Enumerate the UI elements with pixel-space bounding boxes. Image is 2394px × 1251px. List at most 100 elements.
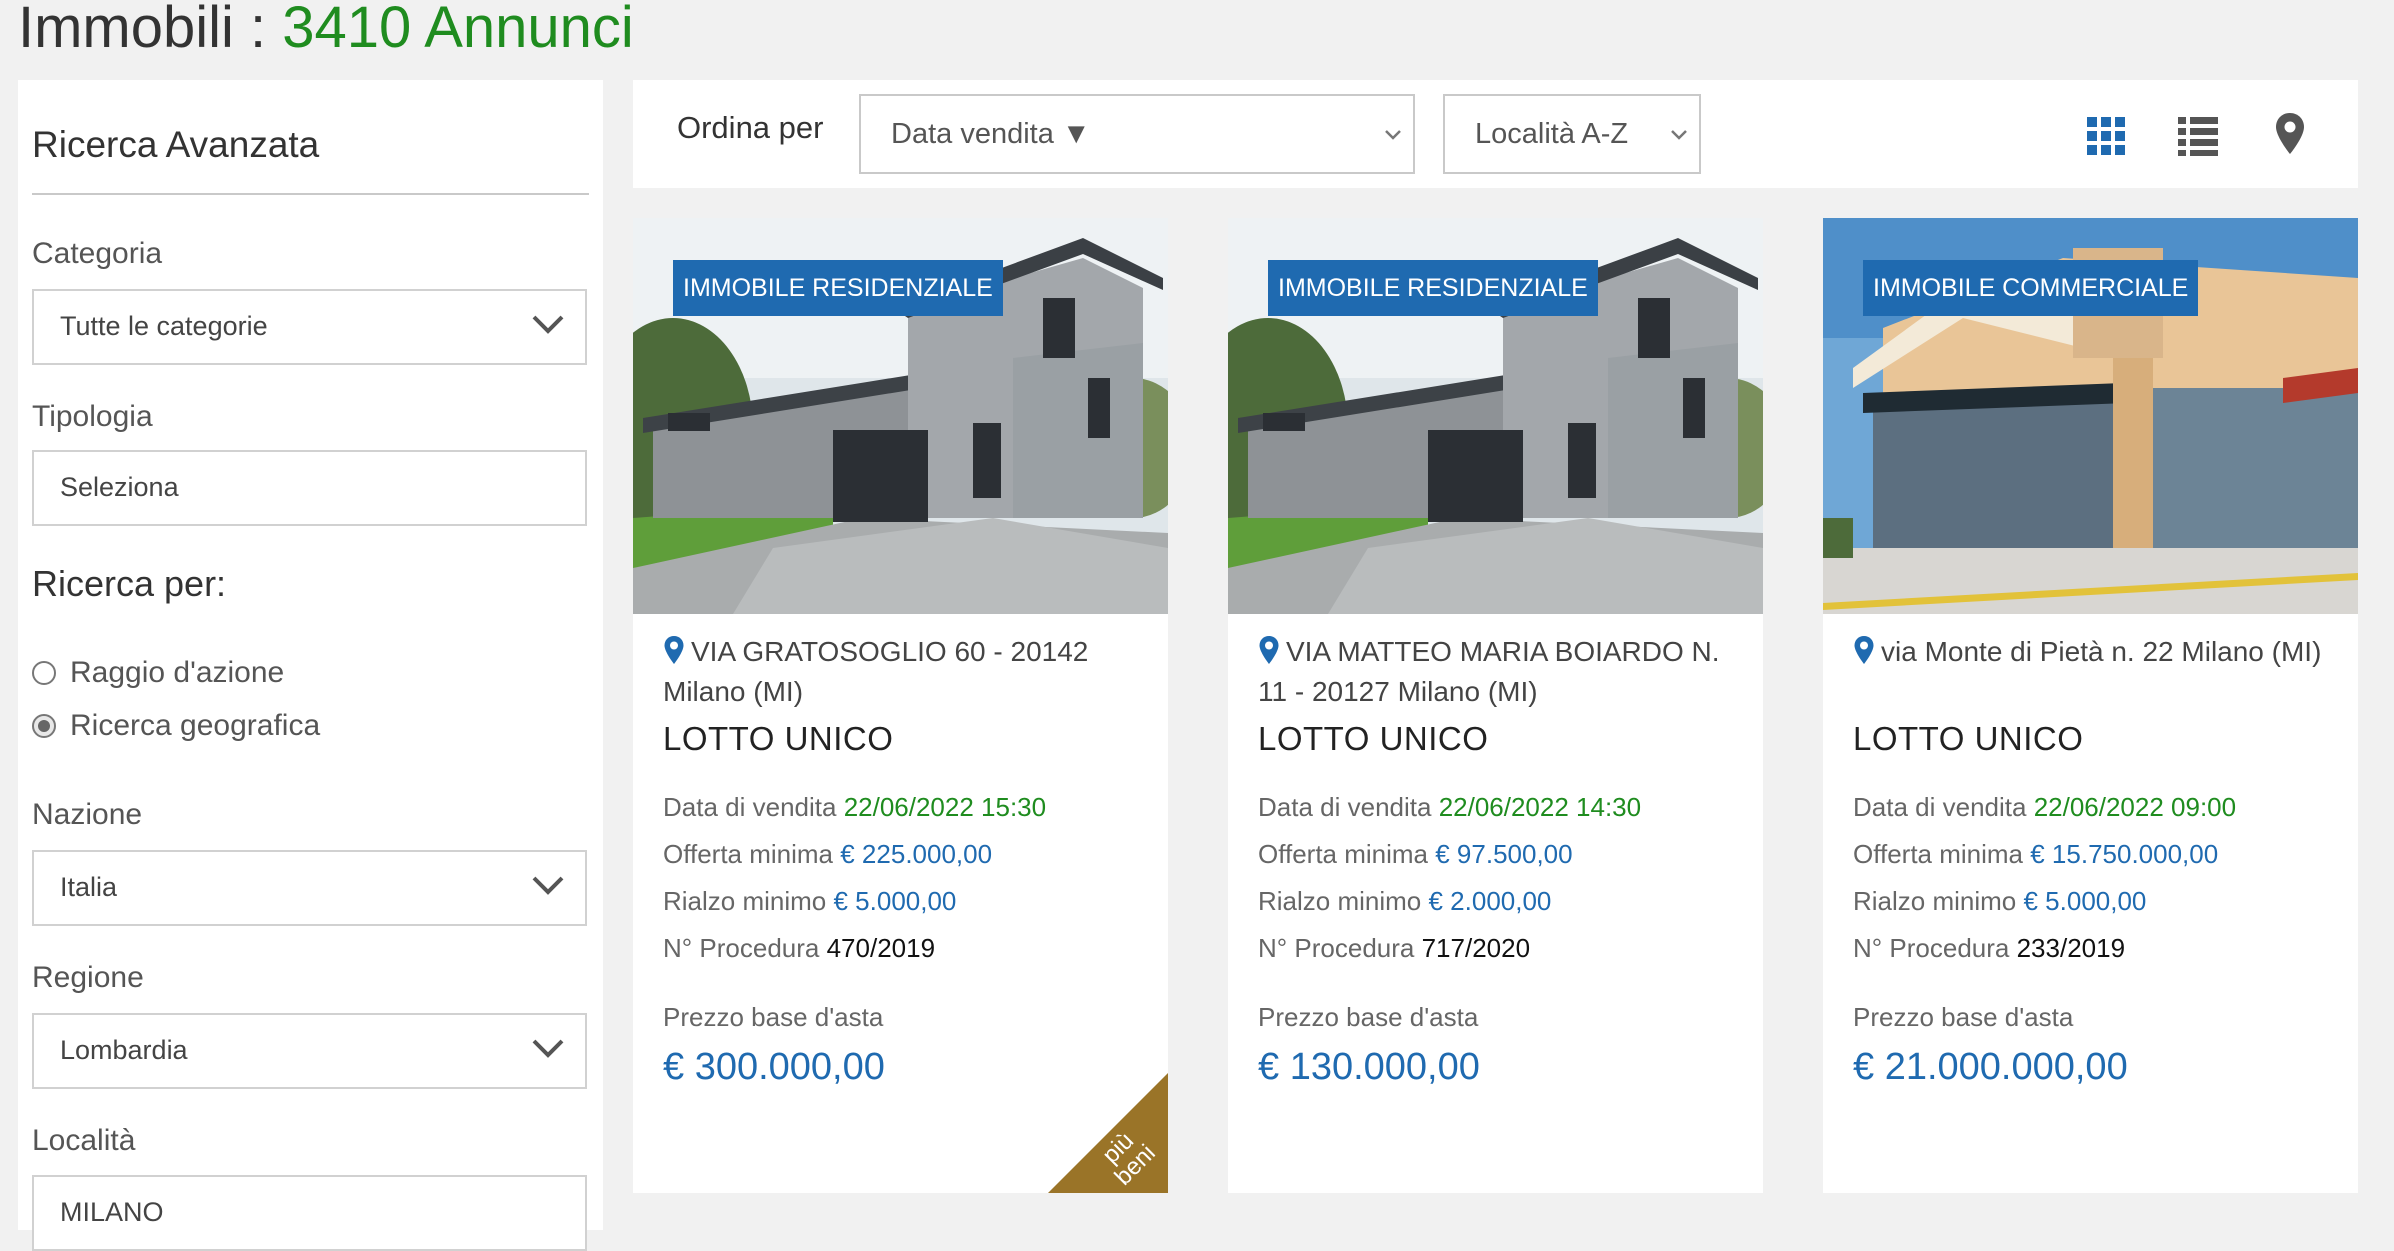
tipologia-select[interactable]: Seleziona — [32, 450, 587, 526]
advanced-search-panel: Ricerca Avanzata Categoria Tutte le cate… — [18, 80, 603, 1251]
procedura-label: N° Procedura — [1258, 933, 1415, 963]
category-badge: IMMOBILE RESIDENZIALE — [1268, 260, 1598, 316]
advanced-search-heading: Ricerca Avanzata — [32, 124, 320, 165]
procedura-row: N° Procedura 233/2019 — [1853, 933, 2125, 964]
rialzo-minimo-value: € 5.000,00 — [2023, 886, 2147, 916]
listing-count: 3410 Annunci — [282, 0, 634, 60]
tipologia-value: Seleziona — [60, 472, 179, 502]
grid-view-icon[interactable] — [2085, 110, 2127, 156]
offerta-minima-row: Offerta minima € 15.750.000,00 — [1853, 839, 2218, 870]
offerta-minima-label: Offerta minima — [1853, 839, 2024, 869]
page-title: Immobili : 3410 Annunci — [18, 0, 634, 60]
ricerca-per-label: Ricerca per: — [32, 563, 227, 604]
categoria-label: Categoria — [32, 237, 163, 270]
rialzo-minimo-row: Rialzo minimo € 2.000,00 — [1258, 886, 1551, 917]
regione-label: Regione — [32, 961, 144, 994]
offerta-minima-value: € 97.500,00 — [1435, 839, 1573, 869]
radio-geografica-label: Ricerca geografica — [70, 709, 321, 742]
radio-button[interactable] — [32, 661, 56, 685]
offerta-minima-label: Offerta minima — [663, 839, 834, 869]
sort-secondary-value: Località A-Z — [1475, 118, 1629, 150]
offerta-minima-value: € 225.000,00 — [840, 839, 993, 869]
categoria-value: Tutte le categorie — [60, 311, 268, 341]
procedura-value: 233/2019 — [2016, 933, 2126, 963]
data-vendita-value: 22/06/2022 14:30 — [1438, 792, 1642, 822]
regione-value: Lombardia — [60, 1035, 188, 1065]
rialzo-minimo-row: Rialzo minimo € 5.000,00 — [663, 886, 956, 917]
localita-label: Località — [32, 1124, 136, 1157]
location-pin-icon — [1853, 635, 1875, 665]
listing-card[interactable]: IMMOBILE RESIDENZIALE VIA GRATOSOGLIO 60… — [633, 218, 1168, 1193]
category-badge: IMMOBILE COMMERCIALE — [1863, 260, 2199, 316]
radio-button-checked[interactable] — [32, 714, 56, 738]
procedura-value: 470/2019 — [826, 933, 936, 963]
procedura-label: N° Procedura — [663, 933, 820, 963]
nazione-label: Nazione — [32, 798, 143, 831]
sort-toolbar: Ordina per Data vendita ▼ Località A-Z — [633, 80, 2358, 188]
address-text: VIA GRATOSOGLIO 60 - 20142 Milano (MI) — [663, 636, 1089, 707]
data-vendita-label: Data di vendita — [1258, 792, 1432, 822]
radio-geografica[interactable]: Ricerca geografica — [32, 706, 320, 746]
offerta-minima-row: Offerta minima € 97.500,00 — [1258, 839, 1573, 870]
rialzo-minimo-row: Rialzo minimo € 5.000,00 — [1853, 886, 2146, 917]
data-vendita-label: Data di vendita — [663, 792, 837, 822]
lotto-title[interactable]: LOTTO UNICO — [663, 720, 893, 758]
procedura-label: N° Procedura — [1853, 933, 2010, 963]
offerta-minima-row: Offerta minima € 225.000,00 — [663, 839, 992, 870]
sort-primary-select[interactable]: Data vendita ▼ — [859, 94, 1415, 174]
data-vendita-row: Data di vendita 22/06/2022 14:30 — [1258, 792, 1641, 823]
map-view-icon[interactable] — [2269, 110, 2311, 156]
data-vendita-row: Data di vendita 22/06/2022 15:30 — [663, 792, 1046, 823]
localita-value: MILANO — [60, 1197, 164, 1227]
chevron-down-icon — [1669, 128, 1689, 142]
regione-select[interactable]: Lombardia — [32, 1013, 587, 1089]
tipologia-label: Tipologia — [32, 400, 153, 433]
chevron-down-icon — [531, 1037, 565, 1059]
prezzo-base-value: € 21.000.000,00 — [1853, 1046, 2128, 1088]
listing-address[interactable]: VIA MATTEO MARIA BOIARDO N. 11 - 20127 M… — [1258, 632, 1738, 712]
prezzo-base-label: Prezzo base d'asta — [1258, 1002, 1479, 1032]
category-badge: IMMOBILE RESIDENZIALE — [673, 260, 1003, 316]
sort-label: Ordina per — [677, 110, 824, 145]
radio-raggio-label: Raggio d'azione — [70, 656, 285, 689]
lotto-title[interactable]: LOTTO UNICO — [1258, 720, 1488, 758]
offerta-minima-value: € 15.750.000,00 — [2030, 839, 2219, 869]
address-text: VIA MATTEO MARIA BOIARDO N. 11 - 20127 M… — [1258, 636, 1720, 707]
localita-input[interactable]: MILANO — [32, 1175, 587, 1251]
categoria-select[interactable]: Tutte le categorie — [32, 289, 587, 365]
procedura-row: N° Procedura 470/2019 — [663, 933, 935, 964]
listing-card[interactable]: IMMOBILE RESIDENZIALE VIA MATTEO MARIA B… — [1228, 218, 1763, 1193]
offerta-minima-label: Offerta minima — [1258, 839, 1429, 869]
radio-raggio[interactable]: Raggio d'azione — [32, 653, 284, 693]
listing-address[interactable]: via Monte di Pietà n. 22 Milano (MI) — [1853, 632, 2333, 672]
chevron-down-icon — [1383, 128, 1403, 142]
rialzo-minimo-label: Rialzo minimo — [1853, 886, 2017, 916]
nazione-value: Italia — [60, 872, 118, 902]
prezzo-base-value: € 130.000,00 — [1258, 1046, 1480, 1088]
rialzo-minimo-value: € 5.000,00 — [833, 886, 957, 916]
data-vendita-value: 22/06/2022 15:30 — [843, 792, 1047, 822]
procedura-row: N° Procedura 717/2020 — [1258, 933, 1530, 964]
data-vendita-row: Data di vendita 22/06/2022 09:00 — [1853, 792, 2236, 823]
prezzo-base-label: Prezzo base d'asta — [1853, 1002, 2074, 1032]
sort-primary-value: Data vendita ▼ — [891, 118, 1091, 150]
rialzo-minimo-value: € 2.000,00 — [1428, 886, 1552, 916]
list-view-icon[interactable] — [2177, 110, 2219, 156]
chevron-down-icon — [531, 874, 565, 896]
data-vendita-label: Data di vendita — [1853, 792, 2027, 822]
listing-address[interactable]: VIA GRATOSOGLIO 60 - 20142 Milano (MI) — [663, 632, 1143, 712]
prezzo-base-value: € 300.000,00 — [663, 1046, 885, 1088]
procedura-value: 717/2020 — [1421, 933, 1531, 963]
heading-divider — [32, 193, 589, 195]
chevron-down-icon — [531, 313, 565, 335]
nazione-select[interactable]: Italia — [32, 850, 587, 926]
listing-card[interactable]: IMMOBILE COMMERCIALE via Monte di Pietà … — [1823, 218, 2358, 1193]
location-pin-icon — [663, 635, 685, 665]
rialzo-minimo-label: Rialzo minimo — [663, 886, 827, 916]
rialzo-minimo-label: Rialzo minimo — [1258, 886, 1422, 916]
title-prefix: Immobili : — [18, 0, 267, 60]
lotto-title[interactable]: LOTTO UNICO — [1853, 720, 2083, 758]
address-text: via Monte di Pietà n. 22 Milano (MI) — [1881, 636, 2322, 667]
data-vendita-value: 22/06/2022 09:00 — [2033, 792, 2237, 822]
sort-secondary-select[interactable]: Località A-Z — [1443, 94, 1701, 174]
